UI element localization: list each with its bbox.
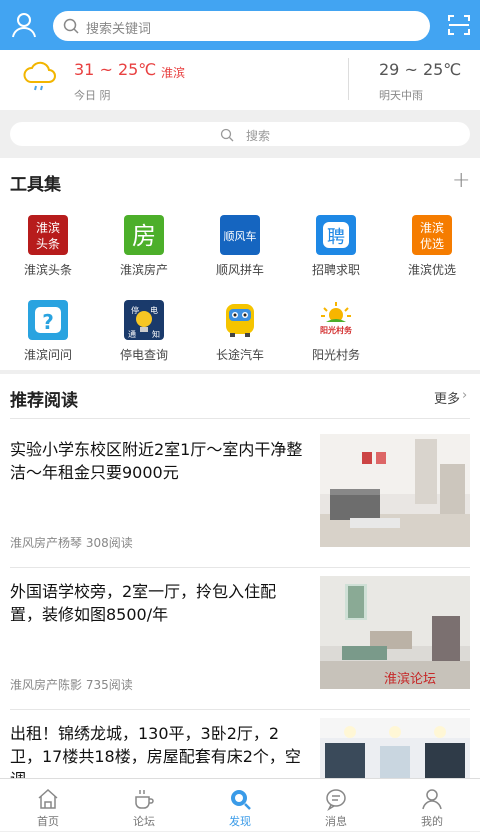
recommended-section: 推荐阅读 更多 › 实验小学东校区附近2室1厅～室内干净整洁～年租金只要9000… [0, 374, 480, 778]
article-thumbnail: 淮滨论坛 [320, 576, 470, 689]
huaibin-select-icon: 淮滨 优选 [412, 215, 452, 255]
svg-text:淮滨: 淮滨 [36, 220, 60, 235]
tool-label: 淮滨优选 [407, 263, 456, 277]
svg-text:知: 知 [152, 329, 160, 339]
tool-carpool[interactable]: 顺风车 顺风拼车 [192, 215, 288, 285]
svg-text:顺风车: 顺风车 [224, 229, 257, 243]
tool-power-outage[interactable]: 停 电通 知 停电查询 [96, 300, 192, 370]
recommended-title: 推荐阅读 [10, 391, 78, 411]
huaibin-headlines-icon: 淮滨 头条 [28, 215, 68, 255]
weather-panel[interactable]: 31 ~ 25℃ 淮滨 今日 阴 29 ~ 25℃ 明天中雨 [0, 50, 480, 110]
tool-recruitment[interactable]: 聘 招聘求职 [288, 215, 384, 285]
svg-text:优选: 优选 [420, 237, 444, 251]
secondary-search-label: 搜索 [246, 129, 271, 143]
tab-label: 论坛 [133, 815, 155, 828]
tab-label: 我的 [421, 815, 443, 828]
real-estate-icon: 房 [124, 215, 164, 255]
watermark-text: 淮滨论坛 [384, 672, 437, 687]
svg-text:阳光村务: 阳光村务 [320, 325, 353, 335]
article-item[interactable]: 出租！锦绣龙城，130平，3卧2厅，2卫，17楼共18楼，房屋配套有床2个，空调 [0, 710, 480, 778]
chevron-right-icon: › [462, 388, 468, 403]
weather-divider [348, 58, 349, 100]
question-icon: ? [28, 300, 68, 340]
tab-label: 首页 [37, 815, 59, 828]
tool-village-affairs[interactable]: 阳光村务 阳光村务 [288, 300, 384, 370]
search-placeholder: 搜索关键词 [86, 22, 152, 37]
tab-home[interactable]: 首页 [0, 779, 96, 832]
article-thumbnail [320, 434, 470, 547]
tool-real-estate[interactable]: 房 淮滨房产 [96, 215, 192, 285]
tool-huaibin-select[interactable]: 淮滨 优选 淮滨优选 [384, 215, 480, 285]
tomorrow-temperature: 29 ~ 25℃ [379, 60, 462, 79]
tool-label: 长途汽车 [215, 348, 264, 362]
coffee-cup-icon [132, 787, 156, 811]
tomorrow-weather: 明天中雨 [379, 89, 423, 102]
tab-messages[interactable]: 消息 [288, 779, 384, 832]
more-link[interactable]: 更多 [434, 388, 460, 407]
tools-title: 工具集 [10, 175, 61, 195]
tools-section: 工具集 + 淮滨 头条 淮滨头条 房 淮滨房产 顺风车 顺风拼车 聘 招聘求职 淮… [0, 158, 480, 370]
article-title: 外国语学校旁，2室一厅，拎包入住配置，装修如图8500/年 [10, 582, 277, 624]
tab-forum[interactable]: 论坛 [96, 779, 192, 832]
bus-icon [220, 300, 260, 340]
today-temperature: 31 ~ 25℃ [74, 60, 157, 79]
svg-text:电: 电 [150, 305, 158, 315]
svg-text:停: 停 [131, 305, 139, 315]
article-title: 出租！锦绣龙城，130平，3卧2厅，2卫，17楼共18楼，房屋配套有床2个，空调 [10, 724, 301, 778]
bottom-tab-bar: 首页 论坛 发现 消息 我的 [0, 778, 480, 831]
today-weather: 今日 阴 [74, 89, 111, 102]
add-tool-button[interactable]: + [452, 168, 470, 193]
article-thumbnail [320, 718, 470, 778]
search-icon [220, 127, 234, 142]
svg-text:?: ? [42, 310, 54, 334]
cloudy-rain-icon [22, 60, 58, 94]
tool-label: 淮滨头条 [23, 263, 72, 277]
article-item[interactable]: 外国语学校旁，2室一厅，拎包入住配置，装修如图8500/年 淮风房产陈影 735… [0, 568, 480, 710]
svg-text:通: 通 [128, 329, 136, 339]
discover-icon [228, 787, 252, 811]
tool-label: 淮滨问问 [23, 348, 72, 362]
scan-icon[interactable] [448, 14, 470, 36]
article-title: 实验小学东校区附近2室1厅～室内干净整洁～年租金只要9000元 [10, 440, 303, 482]
article-meta: 淮风房产杨琴 308阅读 [10, 536, 133, 550]
svg-text:淮滨: 淮滨 [420, 220, 444, 235]
city-name: 淮滨 [161, 66, 186, 80]
tool-long-distance-bus[interactable]: 长途汽车 [192, 300, 288, 370]
search-icon [63, 18, 79, 34]
user-icon[interactable] [10, 11, 38, 39]
article-meta: 淮风房产陈影 735阅读 [10, 678, 133, 692]
secondary-search-area: 搜索 [0, 110, 480, 158]
divider [10, 418, 470, 419]
tab-label: 发现 [229, 815, 251, 828]
tool-huaibin-headlines[interactable]: 淮滨 头条 淮滨头条 [0, 215, 96, 285]
tab-profile[interactable]: 我的 [384, 779, 480, 832]
tool-label: 阳光村务 [311, 348, 360, 362]
message-icon [324, 787, 348, 811]
sun-village-icon: 阳光村务 [316, 300, 356, 340]
tool-label: 招聘求职 [311, 263, 360, 277]
tool-label: 顺风拼车 [215, 263, 264, 277]
carpool-icon: 顺风车 [220, 215, 260, 255]
profile-icon [420, 787, 444, 811]
tool-label: 停电查询 [119, 348, 168, 362]
top-bar: 搜索关键词 [0, 0, 480, 50]
tab-label: 消息 [325, 815, 347, 828]
svg-text:房: 房 [132, 222, 156, 250]
home-icon [36, 787, 60, 811]
lightbulb-icon: 停 电通 知 [124, 300, 164, 340]
svg-text:头条: 头条 [36, 237, 60, 251]
recruitment-icon: 聘 [316, 215, 356, 255]
tool-huaibin-qa[interactable]: ? 淮滨问问 [0, 300, 96, 370]
tool-label: 淮滨房产 [119, 263, 168, 277]
search-input[interactable]: 搜索关键词 [53, 11, 430, 41]
article-item[interactable]: 实验小学东校区附近2室1厅～室内干净整洁～年租金只要9000元 淮风房产杨琴 3… [0, 426, 480, 568]
tab-discover[interactable]: 发现 [192, 779, 288, 832]
svg-text:聘: 聘 [327, 227, 345, 248]
secondary-search-bar[interactable]: 搜索 [10, 122, 470, 146]
